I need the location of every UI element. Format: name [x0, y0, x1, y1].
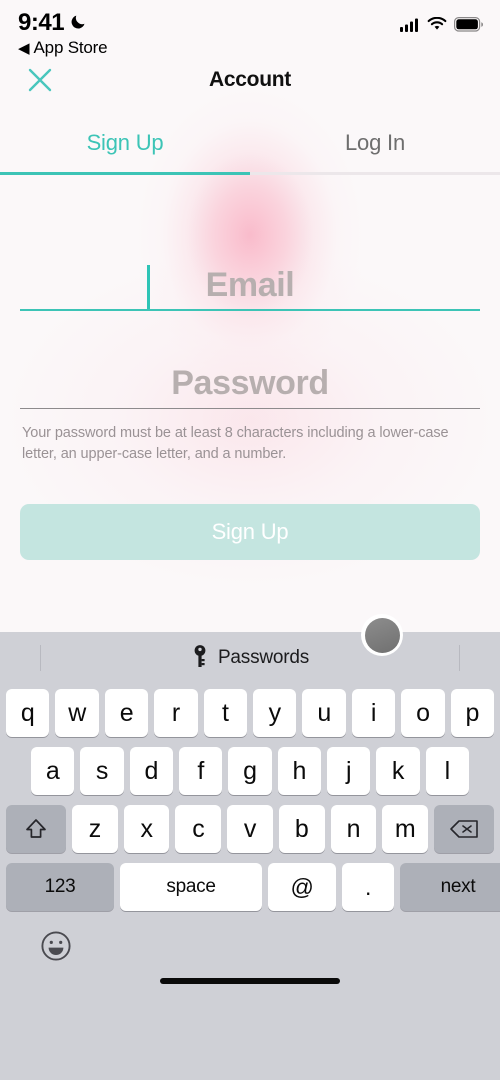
- quicktype-suggestion-bar: Passwords: [0, 632, 500, 684]
- key-a[interactable]: a: [31, 747, 75, 795]
- key-n[interactable]: n: [330, 805, 377, 853]
- wifi-icon: [427, 16, 447, 37]
- numbers-key[interactable]: 123: [6, 863, 114, 911]
- key-h[interactable]: h: [277, 747, 321, 795]
- shift-key[interactable]: [6, 805, 66, 853]
- key-d[interactable]: d: [129, 747, 173, 795]
- quicktype-passwords-label[interactable]: Passwords: [218, 647, 309, 669]
- keyboard-bottom-bar: [0, 916, 500, 996]
- home-indicator: [160, 978, 340, 984]
- password-requirements-hint: Your password must be at least 8 charact…: [22, 425, 449, 462]
- key-x[interactable]: x: [123, 805, 170, 853]
- key-p[interactable]: p: [450, 689, 495, 737]
- close-button[interactable]: [22, 64, 58, 100]
- battery-full-icon: [454, 17, 484, 37]
- back-caret-icon: ◀: [18, 39, 30, 57]
- touch-cursor-dot-inner: [364, 617, 400, 653]
- on-screen-keyboard: Passwords q w e r t y u i o p a s d f g …: [0, 632, 500, 1080]
- keyboard-row-1: q w e r t y u i o p: [0, 684, 500, 742]
- key-z[interactable]: z: [72, 805, 118, 853]
- password-field[interactable]: Password: [20, 345, 480, 409]
- moon-icon: [69, 11, 89, 36]
- submit-button-wrapper: Sign Up: [20, 504, 480, 560]
- key-k[interactable]: k: [376, 747, 420, 795]
- key-g[interactable]: g: [228, 747, 272, 795]
- quicktype-divider-right: [459, 645, 460, 671]
- password-placeholder: Password: [171, 364, 329, 402]
- emoji-key[interactable]: [36, 928, 76, 968]
- at-key[interactable]: @: [268, 863, 336, 911]
- quicktype-divider-left: [40, 645, 41, 671]
- key-v[interactable]: v: [227, 805, 273, 853]
- email-underline: [20, 309, 480, 311]
- key-t[interactable]: t: [203, 689, 248, 737]
- key-icon: [191, 644, 209, 673]
- page-title: Account: [209, 68, 291, 91]
- sign-up-button[interactable]: Sign Up: [20, 504, 480, 560]
- tab-log-in[interactable]: Log In: [250, 114, 500, 172]
- space-key[interactable]: space: [120, 863, 262, 911]
- period-key[interactable]: .: [342, 863, 394, 911]
- auth-tabs: Sign Up Log In: [0, 114, 500, 172]
- key-w[interactable]: w: [55, 689, 99, 737]
- keyboard-row-4: 123 space @ . next: [0, 858, 500, 916]
- email-field[interactable]: Email: [20, 247, 480, 311]
- key-j[interactable]: j: [326, 747, 371, 795]
- key-m[interactable]: m: [382, 805, 429, 853]
- back-to-app-store-link[interactable]: ◀ App Store: [18, 38, 482, 58]
- signup-form: Email Password Your password must be at …: [0, 175, 500, 560]
- key-i[interactable]: i: [351, 689, 396, 737]
- key-e[interactable]: e: [104, 689, 149, 737]
- field-spacer: [0, 311, 500, 345]
- backspace-key[interactable]: [434, 805, 495, 853]
- cellular-signal-icon: [400, 18, 420, 37]
- status-bar-time: 9:41: [18, 9, 65, 36]
- close-x-icon: [25, 65, 55, 100]
- key-o[interactable]: o: [401, 689, 445, 737]
- tab-sign-up[interactable]: Sign Up: [0, 114, 250, 172]
- password-underline: [20, 408, 480, 409]
- next-key[interactable]: next: [400, 863, 500, 911]
- emoji-smiley-icon: [39, 929, 73, 968]
- keyboard-row-2: a s d f g h j k l: [0, 742, 500, 800]
- status-bar-right: [400, 16, 484, 37]
- keyboard-row-3: z x c v b n m: [0, 800, 500, 858]
- key-l[interactable]: l: [425, 747, 469, 795]
- key-b[interactable]: b: [278, 805, 325, 853]
- touch-cursor-indicator: [361, 614, 403, 656]
- key-y[interactable]: y: [253, 689, 297, 737]
- key-r[interactable]: r: [154, 689, 198, 737]
- app-screen: 9:41 ◀ App Store Account Sign Up Log In …: [0, 0, 500, 1080]
- key-c[interactable]: c: [175, 805, 222, 853]
- status-bar: 9:41 ◀ App Store: [0, 0, 500, 62]
- key-f[interactable]: f: [178, 747, 223, 795]
- back-link-label: App Store: [33, 38, 108, 57]
- key-q[interactable]: q: [6, 689, 50, 737]
- key-s[interactable]: s: [80, 747, 124, 795]
- nav-header: Account: [0, 62, 500, 114]
- email-placeholder: Email: [205, 266, 295, 304]
- key-u[interactable]: u: [302, 689, 346, 737]
- text-caret: [147, 265, 150, 309]
